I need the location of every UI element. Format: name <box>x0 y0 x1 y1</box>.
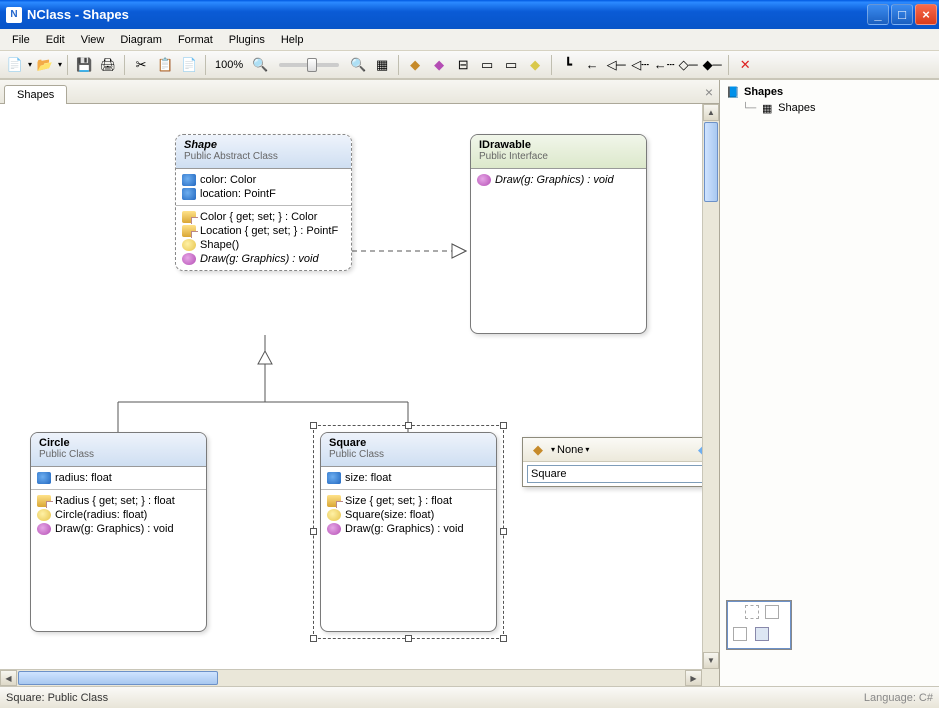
new-note-button[interactable]: ◆ <box>524 54 546 76</box>
tab-close-button[interactable]: × <box>705 84 713 100</box>
property-icon <box>182 211 196 223</box>
rel-aggregate-button[interactable]: ◇─ <box>677 54 699 76</box>
field-icon <box>37 472 51 484</box>
method-icon <box>182 253 196 265</box>
rel-realize-button[interactable]: ◁┄ <box>629 54 651 76</box>
paste-button[interactable]: 📄 <box>178 54 200 76</box>
member-label: Draw(g: Graphics) : void <box>495 174 614 186</box>
delete-button[interactable]: ✕ <box>734 54 756 76</box>
menu-edit[interactable]: Edit <box>38 31 73 49</box>
method-icon <box>477 174 491 186</box>
app-icon: N <box>6 7 22 23</box>
member-label: Color { get; set; } : Color <box>200 211 317 223</box>
rel-direct-button[interactable]: ← <box>581 54 603 76</box>
new-delegate-button[interactable]: ▭ <box>500 54 522 76</box>
rel-compose-button[interactable]: ◆─ <box>701 54 723 76</box>
property-icon <box>182 225 196 237</box>
project-icon: 📘 <box>726 85 740 99</box>
window-titlebar: N NClass - Shapes _ □ × <box>0 0 939 29</box>
horizontal-scrollbar[interactable]: ◀ ▶ <box>0 669 702 686</box>
tree-child-label: Shapes <box>778 102 815 114</box>
window-title: NClass - Shapes <box>27 7 129 22</box>
menu-bar: File Edit View Diagram Format Plugins He… <box>0 29 939 51</box>
rel-association-button[interactable]: ┗ <box>557 54 579 76</box>
zoom-slider[interactable] <box>279 63 339 67</box>
cut-button[interactable]: ✂ <box>130 54 152 76</box>
minimize-button[interactable]: _ <box>867 4 889 25</box>
status-language: Language: C# <box>864 692 933 704</box>
field-label: radius: float <box>55 472 112 484</box>
zoom-fit-button[interactable]: ▦ <box>371 54 393 76</box>
tree-line-icon: └─ <box>742 103 756 114</box>
constructor-icon <box>182 239 196 251</box>
member-label: Draw(g: Graphics) : void <box>55 523 174 535</box>
tab-shapes[interactable]: Shapes <box>4 85 67 104</box>
class-shape[interactable]: Shape Public Abstract Class color: Color… <box>175 134 352 271</box>
vertical-scrollbar[interactable]: ▲ ▼ <box>702 104 719 669</box>
class-idrawable-type: Public Interface <box>479 151 638 162</box>
zoom-in-button[interactable]: 🔍 <box>347 54 369 76</box>
status-left: Square: Public Class <box>6 692 108 704</box>
status-bar: Square: Public Class Language: C# <box>0 686 939 708</box>
member-label: Radius { get; set; } : float <box>55 495 175 507</box>
toolbar: 📄▾ 📂▾ 💾 🖨 ✂ 📋 📄 100% 🔍 🔍 ▦ ◆ ◆ ⊟ ▭ ▭ ◆ ┗… <box>0 51 939 79</box>
copy-button[interactable]: 📋 <box>154 54 176 76</box>
class-circle[interactable]: Circle Public Class radius: float Radius… <box>30 432 207 632</box>
new-button[interactable]: 📄 <box>4 54 26 76</box>
rel-depend-button[interactable]: ←┄ <box>653 54 675 76</box>
menu-help[interactable]: Help <box>273 31 312 49</box>
new-struct-button[interactable]: ⊟ <box>452 54 474 76</box>
tree-root[interactable]: 📘 Shapes <box>726 84 933 100</box>
field-icon <box>182 174 196 186</box>
menu-diagram[interactable]: Diagram <box>112 31 170 49</box>
zoom-out-button[interactable]: 🔍 <box>249 54 271 76</box>
maximize-button[interactable]: □ <box>891 4 913 25</box>
member-label: Location { get; set; } : PointF <box>200 225 338 237</box>
menu-plugins[interactable]: Plugins <box>221 31 273 49</box>
access-dropdown[interactable]: ◆ <box>527 439 549 461</box>
new-class-button[interactable]: ◆ <box>404 54 426 76</box>
diagram-canvas[interactable]: Shape Public Abstract Class color: Color… <box>0 104 719 686</box>
tree-child[interactable]: └─ ▦ Shapes <box>726 100 933 116</box>
print-button[interactable]: 🖨 <box>97 54 119 76</box>
field-label: location: PointF <box>200 188 276 200</box>
field-label: color: Color <box>200 174 256 186</box>
access-label: None <box>557 444 583 456</box>
zoom-level[interactable]: 100% <box>211 59 247 71</box>
save-button[interactable]: 💾 <box>73 54 95 76</box>
menu-view[interactable]: View <box>73 31 113 49</box>
method-icon <box>37 523 51 535</box>
new-enum-button[interactable]: ▭ <box>476 54 498 76</box>
open-button[interactable]: 📂 <box>34 54 56 76</box>
class-shape-type: Public Abstract Class <box>184 151 343 162</box>
member-name-input[interactable] <box>527 465 719 483</box>
rel-inherit-button[interactable]: ◁─ <box>605 54 627 76</box>
class-circle-name: Circle <box>39 437 198 449</box>
class-idrawable[interactable]: IDrawable Public Interface Draw(g: Graph… <box>470 134 647 334</box>
new-interface-button[interactable]: ◆ <box>428 54 450 76</box>
class-idrawable-name: IDrawable <box>479 139 638 151</box>
field-icon <box>182 188 196 200</box>
model-explorer-panel: 📘 Shapes └─ ▦ Shapes <box>719 80 939 686</box>
member-editor-panel[interactable]: ◆ ▾ None ▾ ◆▾ ▭ ◆ ◆ ◆ A↓ <box>522 437 719 487</box>
diagram-overview[interactable] <box>726 600 792 650</box>
document-tabstrip: Shapes × <box>0 80 719 104</box>
diagram-icon: ▦ <box>760 101 774 115</box>
class-circle-type: Public Class <box>39 449 198 460</box>
close-button[interactable]: × <box>915 4 937 25</box>
menu-format[interactable]: Format <box>170 31 221 49</box>
member-label: Circle(radius: float) <box>55 509 147 521</box>
property-icon <box>37 495 51 507</box>
tree-root-label: Shapes <box>744 86 783 98</box>
selection-box[interactable] <box>313 425 504 639</box>
class-shape-name: Shape <box>184 139 343 151</box>
constructor-icon <box>37 509 51 521</box>
menu-file[interactable]: File <box>4 31 38 49</box>
member-label: Shape() <box>200 239 239 251</box>
member-label: Draw(g: Graphics) : void <box>200 253 319 265</box>
